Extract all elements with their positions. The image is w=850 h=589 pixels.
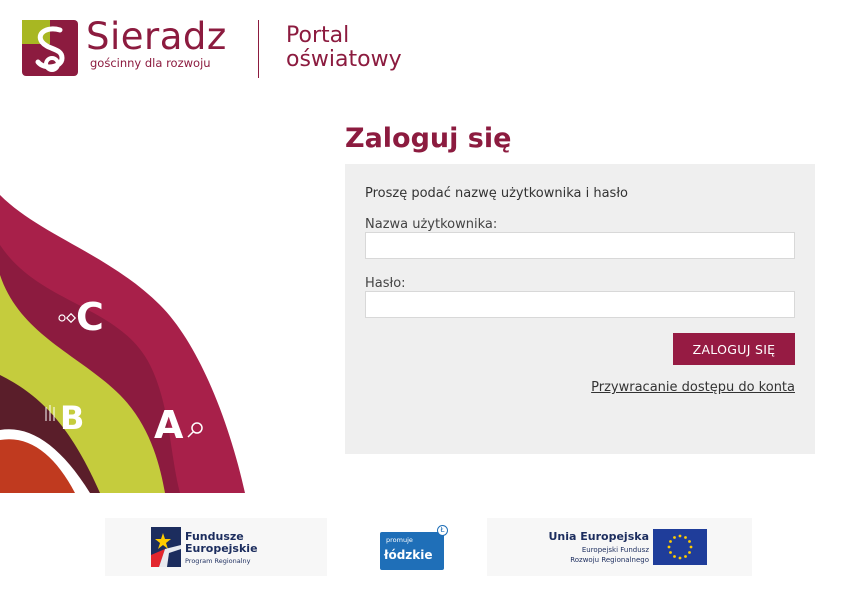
header: Sieradz gościnny dla rozwoju Portal oświ…	[0, 0, 850, 95]
recover-access-link[interactable]: Przywracanie dostępu do konta	[591, 380, 795, 395]
login-intro-text: Proszę podać nazwę użytkownika i hasło	[365, 186, 628, 201]
lodzkie-small-text: promuje	[386, 536, 413, 544]
promuje-lodzkie-logo: promuje łódzkie Ł	[378, 525, 448, 571]
fundusze-europejskie-icon	[151, 527, 181, 567]
fe-line3: Program Regionalny	[185, 557, 251, 565]
portal-title-line1: Portal	[286, 23, 350, 48]
fundusze-europejskie-logo: Fundusze Europejskie Program Regionalny	[105, 518, 327, 576]
logo-title: Sieradz	[86, 15, 227, 58]
portal-title-line2: oświatowy	[286, 47, 402, 72]
logo-subtitle: gościnny dla rozwoju	[90, 56, 211, 70]
lodzkie-circle-icon: Ł	[437, 525, 448, 536]
eu-flag-icon	[653, 529, 707, 565]
username-label: Nazwa użytkownika:	[365, 217, 498, 232]
decorative-waves: C B A	[0, 195, 245, 493]
decor-letter-c-text: C	[76, 295, 104, 339]
login-heading: Zaloguj się	[345, 123, 512, 154]
unia-europejska-logo: Unia Europejska Europejski Fundusz Rozwo…	[487, 518, 752, 576]
sieradz-logo-icon	[22, 20, 78, 76]
decor-letter-b-text: B	[60, 399, 84, 437]
password-input[interactable]	[365, 291, 795, 318]
header-divider	[258, 20, 259, 78]
ue-line1: Unia Europejska	[548, 530, 649, 543]
lodzkie-big-text: łódzkie	[384, 548, 433, 562]
lodzkie-badge: promuje łódzkie	[380, 532, 444, 570]
ue-line3: Rozwoju Regionalnego	[570, 556, 649, 564]
decor-letter-a-text: A	[154, 403, 184, 447]
fe-line2: Europejskie	[185, 542, 258, 555]
login-button[interactable]: ZALOGUJ SIĘ	[673, 333, 795, 365]
login-form: Proszę podać nazwę użytkownika i hasło N…	[345, 164, 815, 454]
username-input[interactable]	[365, 232, 795, 259]
portal-title: Portal oświatowy	[286, 24, 402, 72]
password-label: Hasło:	[365, 276, 406, 291]
ue-line2: Europejski Fundusz	[581, 546, 649, 554]
footer-logos: Fundusze Europejskie Program Regionalny …	[0, 518, 850, 578]
